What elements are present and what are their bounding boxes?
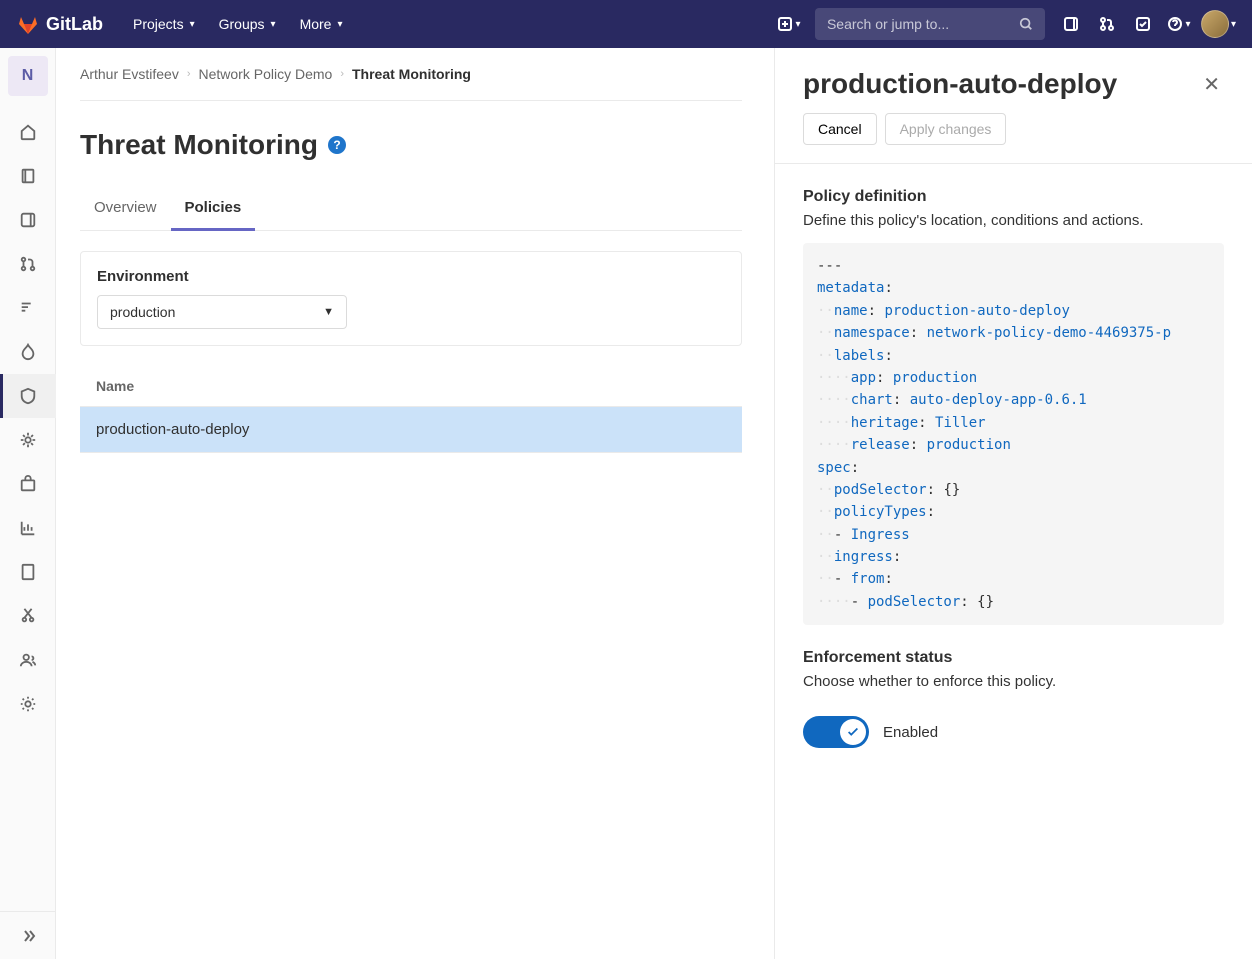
- sidebar-wiki[interactable]: [0, 550, 56, 594]
- environment-section: Environment production ▼: [80, 251, 742, 346]
- enforcement-title: Enforcement status: [803, 649, 1224, 667]
- sidebar-merge-requests[interactable]: [0, 242, 56, 286]
- project-avatar[interactable]: N: [8, 56, 48, 96]
- help-menu[interactable]: ▾: [1163, 8, 1195, 40]
- merge-requests-icon[interactable]: [1091, 8, 1123, 40]
- tanuki-icon: [16, 12, 40, 36]
- sidebar-charts[interactable]: [0, 506, 56, 550]
- divider: [775, 163, 1252, 164]
- policy-definition-title: Policy definition: [803, 188, 1224, 206]
- chevron-right-icon: ›: [187, 68, 191, 80]
- apply-button[interactable]: Apply changes: [885, 113, 1007, 145]
- sidebar-expand[interactable]: [0, 911, 56, 959]
- sidebar-packages[interactable]: [0, 462, 56, 506]
- user-avatar[interactable]: [1201, 10, 1229, 38]
- environment-dropdown[interactable]: production ▼: [97, 295, 347, 329]
- enforcement-desc: Choose whether to enforce this policy.: [803, 673, 1224, 690]
- toggle-label: Enabled: [883, 724, 938, 741]
- page-title: Threat Monitoring: [80, 129, 318, 161]
- chevron-down-icon: ▼: [323, 306, 334, 318]
- main-content: Arthur Evstifeev › Network Policy Demo ›…: [56, 48, 774, 959]
- enforcement-toggle[interactable]: [803, 716, 869, 748]
- sidebar-issues[interactable]: [0, 198, 56, 242]
- sidebar-members[interactable]: [0, 638, 56, 682]
- todos-icon[interactable]: [1127, 8, 1159, 40]
- chevron-down-icon: ▾: [337, 19, 342, 30]
- sidebar-snippets[interactable]: [0, 594, 56, 638]
- policies-table: Name production-auto-deploy: [80, 366, 742, 453]
- issues-icon[interactable]: [1055, 8, 1087, 40]
- sidebar-operations[interactable]: [0, 418, 56, 462]
- sidebar-security[interactable]: [0, 374, 56, 418]
- chevron-down-icon: ▾: [271, 19, 276, 30]
- sidebar-cicd[interactable]: [0, 330, 56, 374]
- search-icon: [1019, 17, 1033, 31]
- check-icon: [840, 719, 866, 745]
- breadcrumb-project[interactable]: Network Policy Demo: [199, 66, 333, 82]
- close-button[interactable]: ✕: [1199, 68, 1224, 101]
- project-sidebar: N: [0, 48, 56, 959]
- yaml-editor[interactable]: --- metadata: ··name: production-auto-de…: [803, 243, 1224, 625]
- chevron-down-icon: ▾: [190, 19, 195, 30]
- sidebar-analytics[interactable]: [0, 286, 56, 330]
- breadcrumb-user[interactable]: Arthur Evstifeev: [80, 66, 179, 82]
- nav-projects[interactable]: Projects▾: [123, 8, 205, 40]
- chevron-right-icon: ›: [340, 68, 344, 80]
- nav-items: Projects▾ Groups▾ More▾: [123, 8, 353, 40]
- nav-groups[interactable]: Groups▾: [209, 8, 286, 40]
- tabs: Overview Policies: [80, 187, 742, 231]
- nav-more[interactable]: More▾: [290, 8, 353, 40]
- sidebar-settings[interactable]: [0, 682, 56, 726]
- sidebar-home[interactable]: [0, 110, 56, 154]
- search-input[interactable]: [815, 8, 1045, 40]
- gitlab-logo[interactable]: GitLab: [16, 12, 103, 36]
- environment-label: Environment: [97, 268, 725, 285]
- panel-title: production-auto-deploy: [803, 68, 1117, 100]
- tab-policies[interactable]: Policies: [171, 187, 256, 231]
- tab-overview[interactable]: Overview: [80, 187, 171, 231]
- sidebar-repository[interactable]: [0, 154, 56, 198]
- brand-text: GitLab: [46, 14, 103, 35]
- col-name: Name: [80, 366, 742, 407]
- policy-panel: production-auto-deploy ✕ Cancel Apply ch…: [774, 48, 1252, 959]
- breadcrumb: Arthur Evstifeev › Network Policy Demo ›…: [80, 48, 742, 101]
- top-navbar: GitLab Projects▾ Groups▾ More▾ ▾ ▾ ▾: [0, 0, 1252, 48]
- cancel-button[interactable]: Cancel: [803, 113, 877, 145]
- table-row[interactable]: production-auto-deploy: [80, 407, 742, 453]
- breadcrumb-current: Threat Monitoring: [352, 66, 471, 82]
- create-menu[interactable]: ▾: [773, 8, 805, 40]
- help-icon[interactable]: ?: [328, 136, 346, 154]
- policy-definition-desc: Define this policy's location, condition…: [803, 212, 1224, 229]
